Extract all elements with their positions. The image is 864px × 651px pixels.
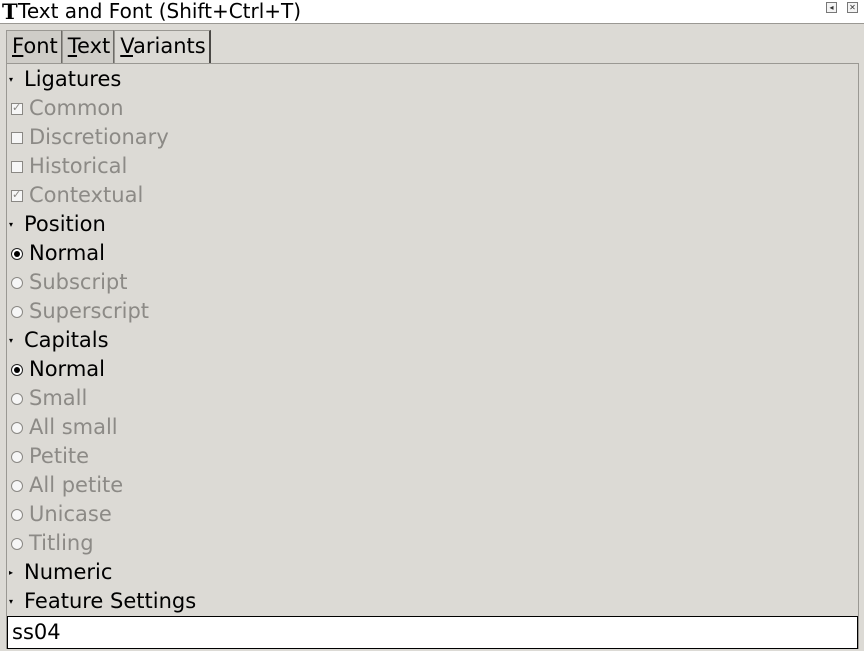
radio-subscript-label: Subscript: [29, 270, 128, 294]
tab-text-mnemonic: T: [67, 34, 78, 58]
checkbox-discretionary: Discretionary: [9, 123, 169, 152]
iconify-button[interactable]: ◂: [826, 2, 837, 13]
radio-icon: [11, 276, 23, 289]
notebook-tabs: Font Text Variants: [6, 30, 211, 63]
tab-font-label: ont: [23, 34, 58, 58]
tab-font[interactable]: Font: [6, 30, 62, 63]
checkbox-icon: [11, 160, 23, 173]
checkbox-contextual-label: Contextual: [29, 183, 144, 207]
checkbox-common: Common: [9, 94, 124, 123]
feature-settings-input[interactable]: ss04: [7, 616, 858, 649]
radio-unicase: Unicase: [9, 500, 112, 529]
expander-down-icon: ▾: [9, 220, 14, 229]
radio-icon: [11, 450, 23, 463]
checkbox-common-label: Common: [29, 96, 124, 120]
radio-titling-label: Titling: [29, 531, 94, 555]
checkbox-discretionary-label: Discretionary: [29, 125, 169, 149]
radio-position-normal-label: Normal: [29, 241, 105, 265]
section-position-header[interactable]: ▾ Position: [9, 210, 106, 239]
section-numeric-header[interactable]: ▸ Numeric: [9, 558, 112, 587]
radio-petite-label: Petite: [29, 444, 90, 468]
radio-icon: [11, 305, 23, 318]
radio-icon: [11, 479, 23, 492]
section-capitals-label: Capitals: [24, 328, 109, 352]
radio-superscript: Superscript: [9, 297, 149, 326]
title-bar[interactable]: T Text and Font (Shift+Ctrl+T) ◂ ✕: [0, 0, 864, 24]
section-numeric-label: Numeric: [24, 560, 113, 584]
radio-unicase-label: Unicase: [29, 502, 112, 526]
expander-down-icon: ▾: [9, 75, 14, 84]
radio-icon: [11, 421, 23, 434]
tab-variants[interactable]: Variants: [114, 30, 211, 63]
section-feature-settings-header[interactable]: ▾ Feature Settings: [9, 587, 196, 616]
radio-all-petite-label: All petite: [29, 473, 124, 497]
tab-variants-label: ariants: [132, 34, 206, 58]
checkbox-historical: Historical: [9, 152, 127, 181]
checkbox-icon: [11, 131, 23, 144]
radio-icon: [11, 247, 23, 260]
radio-capitals-normal-label: Normal: [29, 357, 105, 381]
radio-all-small: All small: [9, 413, 118, 442]
checkbox-icon: [11, 101, 23, 115]
radio-superscript-label: Superscript: [29, 299, 150, 323]
section-position-label: Position: [24, 212, 106, 236]
section-capitals-header[interactable]: ▾ Capitals: [9, 326, 109, 355]
section-feature-settings-label: Feature Settings: [24, 589, 197, 613]
radio-all-petite: All petite: [9, 471, 123, 500]
tab-text[interactable]: Text: [61, 30, 115, 63]
radio-small-label: Small: [29, 386, 88, 410]
tab-font-mnemonic: F: [12, 34, 24, 58]
text-tool-icon: T: [2, 0, 18, 24]
section-ligatures-label: Ligatures: [24, 67, 122, 91]
radio-position-normal[interactable]: Normal: [9, 239, 105, 268]
radio-icon: [11, 363, 23, 376]
radio-capitals-normal[interactable]: Normal: [9, 355, 105, 384]
radio-icon: [11, 392, 23, 405]
checkbox-historical-label: Historical: [29, 154, 128, 178]
radio-all-small-label: All small: [29, 415, 118, 439]
text-and-font-dialog: T Text and Font (Shift+Ctrl+T) ◂ ✕ Font …: [0, 0, 864, 651]
tab-text-label: ext: [77, 34, 111, 58]
radio-subscript: Subscript: [9, 268, 128, 297]
radio-titling: Titling: [9, 529, 94, 558]
radio-small: Small: [9, 384, 87, 413]
checkbox-icon: [11, 188, 23, 202]
expander-down-icon: ▾: [9, 336, 14, 345]
close-button[interactable]: ✕: [847, 2, 858, 13]
expander-right-icon: ▸: [9, 568, 14, 577]
expander-down-icon: ▾: [9, 597, 14, 606]
section-ligatures-header[interactable]: ▾ Ligatures: [9, 65, 121, 94]
radio-icon: [11, 508, 23, 521]
radio-petite: Petite: [9, 442, 89, 471]
checkbox-contextual: Contextual: [9, 181, 143, 210]
radio-icon: [11, 537, 23, 550]
window-title: Text and Font (Shift+Ctrl+T): [18, 0, 302, 23]
tab-variants-mnemonic: V: [120, 34, 133, 58]
